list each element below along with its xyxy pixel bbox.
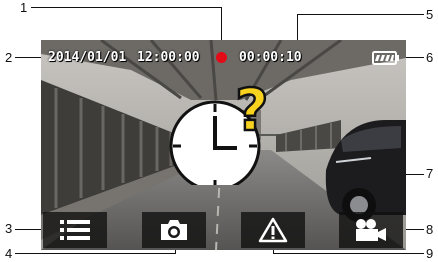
camera-preview: 2014/01/01 12:00:00 00:00:10 ? [41,40,406,250]
video-mode-button[interactable] [339,212,403,248]
leader-line-6 [404,57,424,58]
callout-6: 6 [426,50,434,65]
date-display: 2014/01/01 [48,50,127,65]
callout-4: 4 [5,246,13,261]
callout-1: 1 [20,0,28,15]
menu-icon [60,220,90,240]
warning-triangle-icon [258,217,288,243]
recording-indicator [216,52,227,63]
snapshot-button[interactable] [142,212,206,248]
time-display: 12:00:00 [137,50,200,65]
callout-8: 8 [426,222,434,237]
callout-7: 7 [426,166,434,181]
clock-question-icon: ? [169,80,270,185]
callout-9: 9 [426,246,434,261]
video-camera-icon [356,219,386,241]
leader-line-1 [31,7,222,8]
leader-line-5 [297,14,424,15]
callout-2: 2 [5,50,13,65]
leader-line-4 [15,253,176,254]
callout-3: 3 [5,221,13,236]
battery-icon [372,51,399,65]
recording-timer: 00:00:10 [239,50,302,65]
callout-5: 5 [426,7,434,22]
emergency-lock-button[interactable] [241,212,305,248]
camera-icon [161,220,187,240]
svg-text:?: ? [235,80,269,144]
menu-button[interactable] [43,212,107,248]
leader-line-9 [273,253,424,254]
